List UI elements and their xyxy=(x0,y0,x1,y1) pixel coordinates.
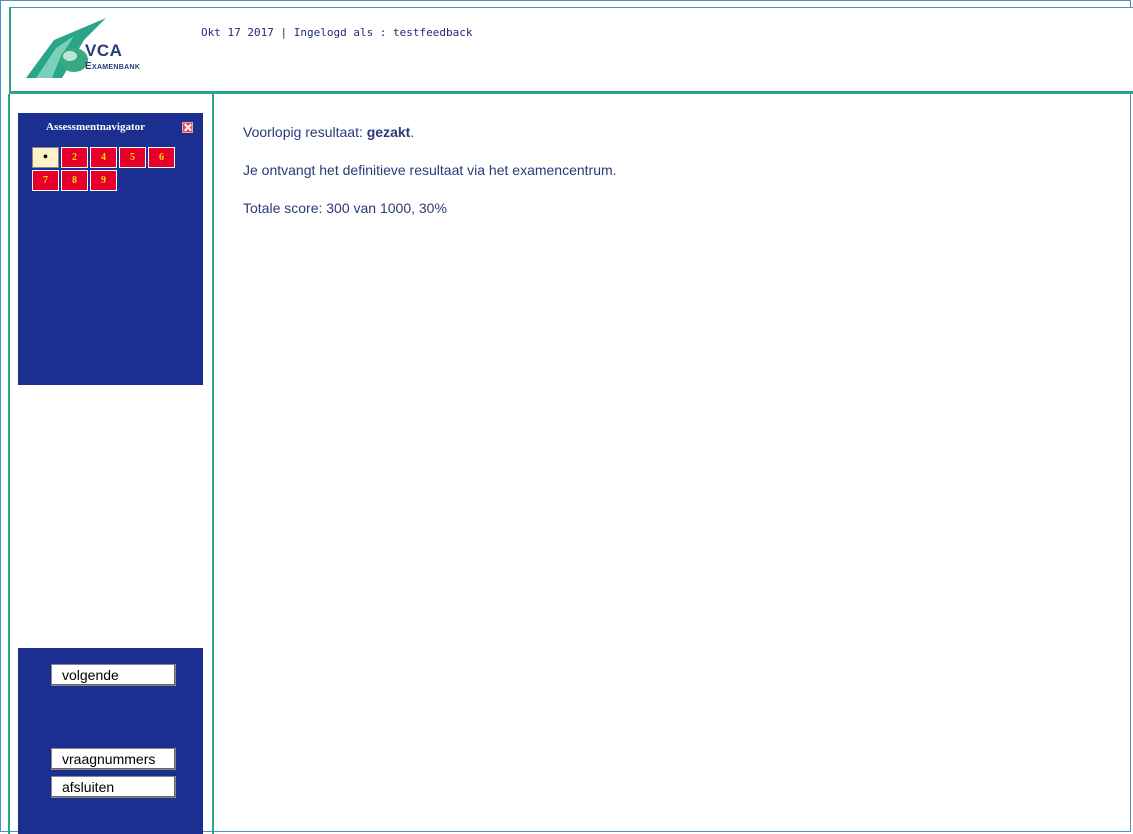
result-period: . xyxy=(410,124,415,140)
question-button[interactable]: 8 xyxy=(61,170,88,191)
question-button[interactable]: 9 xyxy=(90,170,117,191)
logo-subtitle-text: Examenbank xyxy=(85,61,141,72)
close-exam-button[interactable]: afsluiten xyxy=(51,776,176,798)
question-button[interactable]: 2 xyxy=(61,147,88,168)
navigator-title: Assessmentnavigator xyxy=(46,121,145,133)
sidebar-divider xyxy=(212,94,214,834)
result-message: Je ontvangt het definitieve resultaat vi… xyxy=(243,162,617,178)
question-button[interactable]: 7 xyxy=(32,170,59,191)
header: VCA Examenbank Okt 17 2017 | Ingelogd al… xyxy=(9,7,1133,91)
header-info: Okt 17 2017 | Ingelogd als : testfeedbac… xyxy=(201,26,473,39)
logo-subtitle: Examenbank xyxy=(85,61,140,72)
question-grid: • 2 4 5 6 7 8 9 xyxy=(32,147,197,191)
question-button[interactable]: 4 xyxy=(90,147,117,168)
next-button[interactable]: volgende xyxy=(51,664,176,686)
question-button[interactable]: 5 xyxy=(119,147,146,168)
result-value: gezakt xyxy=(366,124,411,140)
logo-title: VCA xyxy=(85,41,123,60)
left-border xyxy=(8,94,10,834)
header-divider xyxy=(9,91,1133,94)
result-label: Voorlopig resultaat: xyxy=(243,124,367,140)
assessment-navigator: Assessmentnavigator • 2 4 5 6 7 8 9 xyxy=(18,113,203,385)
question-button[interactable]: • xyxy=(32,147,59,168)
result-line: Voorlopig resultaat: gezakt. xyxy=(243,124,414,140)
total-score: Totale score: 300 van 1000, 30% xyxy=(243,200,447,216)
action-panel: volgende vraagnummers afsluiten xyxy=(18,648,203,834)
question-button[interactable]: 6 xyxy=(148,147,175,168)
close-icon[interactable] xyxy=(182,122,193,133)
question-numbers-button[interactable]: vraagnummers xyxy=(51,748,176,770)
